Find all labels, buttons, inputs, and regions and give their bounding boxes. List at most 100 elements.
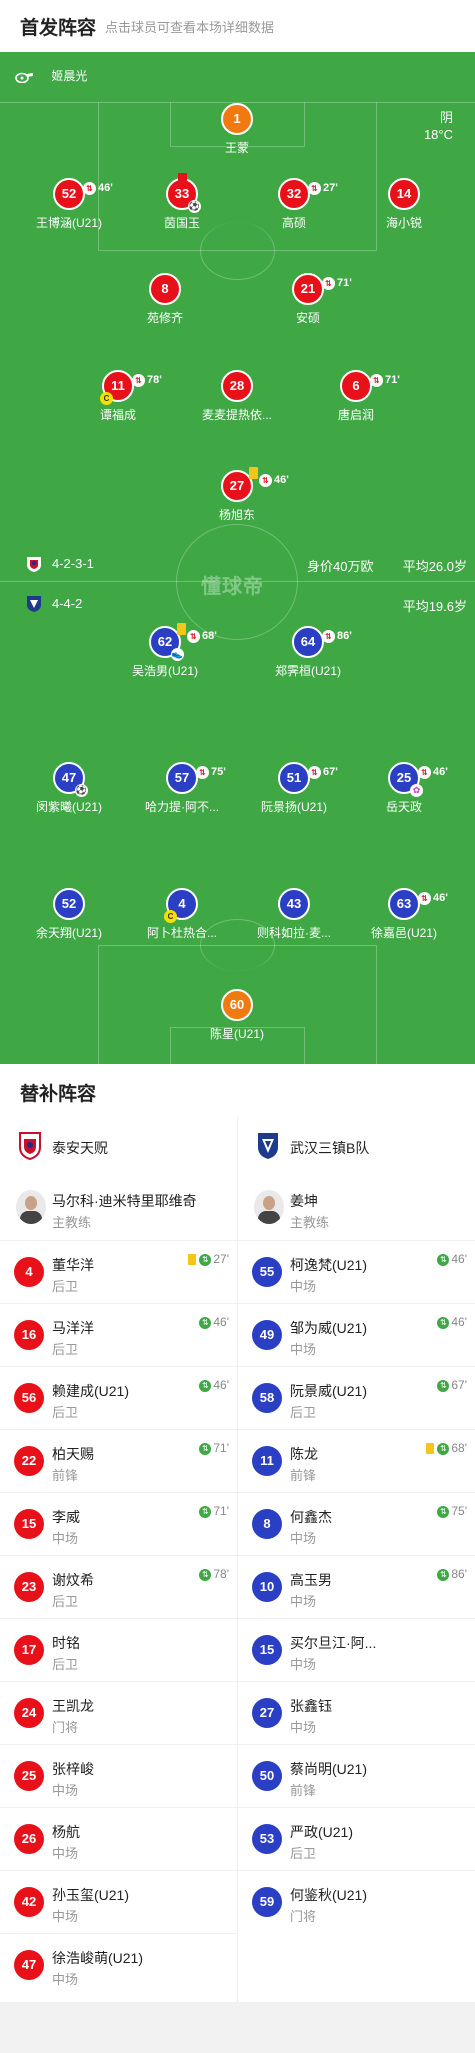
player-home-28[interactable]: 28 麦麦提热依...: [182, 370, 292, 423]
player-number: 33 ⚽: [166, 173, 201, 213]
player-number: 21 ⇅ 71': [292, 273, 352, 305]
substitute-row[interactable]: 58 阮景威(U21) 后卫 ⇅ 67': [238, 1366, 475, 1429]
substitute-row[interactable]: 25 张梓峻 中场: [0, 1744, 237, 1807]
sub-in-minute: 27': [213, 1252, 229, 1266]
home-coach[interactable]: 马尔科·迪米特里耶维奇 主教练: [0, 1177, 237, 1240]
substitute-row[interactable]: 4 董华洋 后卫 ⇅ 27': [0, 1240, 237, 1303]
player-number: 28: [221, 370, 253, 402]
sub-out-icon: ⇅: [418, 765, 431, 779]
substitute-row[interactable]: 10 高玉男 中场 ⇅ 86': [238, 1555, 475, 1618]
assist-icon: 👟: [171, 648, 184, 661]
player-position: 中场: [290, 1720, 317, 1735]
substitute-row[interactable]: 24 王凯龙 门将: [0, 1681, 237, 1744]
sub-minute: 68': [202, 630, 217, 642]
avatar-head: [263, 1196, 275, 1210]
away-team-name: 武汉三镇B队: [290, 1140, 370, 1156]
home-team-header[interactable]: 泰安天贶: [0, 1117, 237, 1175]
player-away-25[interactable]: 25 ⇅ 46' ✿ 岳天政: [349, 762, 459, 815]
player-number: 32 ⇅ 27': [278, 178, 338, 210]
substitute-row[interactable]: 23 谢炆希 后卫 ⇅ 78': [0, 1555, 237, 1618]
substitute-row[interactable]: 26 杨航 中场: [0, 1807, 237, 1870]
player-name: 邹为威(U21): [290, 1320, 368, 1336]
player-position: 中场: [52, 1531, 79, 1546]
substitute-row[interactable]: 42 孙玉玺(U21) 中场: [0, 1870, 237, 1933]
substitute-row[interactable]: 27 张鑫钰 中场: [238, 1681, 475, 1744]
player-away-57[interactable]: 57 ⇅ 75' 哈力提·阿不...: [127, 762, 237, 815]
substitute-row[interactable]: 8 何鑫杰 中场 ⇅ 75': [238, 1492, 475, 1555]
player-position: 中场: [290, 1279, 317, 1294]
sub-minute: 67': [323, 766, 338, 778]
substitute-row[interactable]: 16 马洋洋 后卫 ⇅ 46': [0, 1303, 237, 1366]
player-name: 岳天政: [385, 800, 422, 814]
player-position: 后卫: [52, 1657, 79, 1672]
substitute-row[interactable]: 22 柏天赐 前锋 ⇅ 71': [0, 1429, 237, 1492]
sub-in-info: ⇅ 46': [437, 1315, 467, 1329]
player-away-gk[interactable]: 60 陈星(U21): [182, 989, 292, 1042]
player-position: 前锋: [290, 1468, 317, 1483]
player-name: 唐启润: [337, 408, 374, 422]
sub-minute: 46': [98, 182, 113, 194]
away-team-header[interactable]: 武汉三镇B队: [238, 1117, 475, 1175]
player-home-14[interactable]: 14 海小锐: [349, 178, 459, 231]
substitute-row[interactable]: 17 时铭 后卫: [0, 1618, 237, 1681]
player-name: 安硕: [295, 311, 320, 325]
player-away-52[interactable]: 52 余天翔(U21): [14, 888, 124, 941]
player-home-8[interactable]: 8 苑修齐: [110, 273, 220, 326]
player-number-text: 57: [174, 770, 190, 785]
player-name: 高硕: [281, 216, 306, 230]
player-home-33[interactable]: 33 ⚽ 茵国玉: [127, 173, 237, 231]
sub-in-minute: 67': [451, 1378, 467, 1392]
player-name: 高玉男: [290, 1572, 332, 1588]
player-number: 52 ⇅ 46': [53, 178, 113, 210]
player-home-52[interactable]: 52 ⇅ 46' 王博涵(U21): [14, 178, 124, 231]
player-number: 25 ⇅ 46' ✿: [388, 762, 448, 797]
away-coach[interactable]: 姜坤 主教练: [238, 1177, 475, 1240]
player-name: 柏天赐: [52, 1446, 94, 1462]
substitute-row[interactable]: 50 蔡尚明(U21) 前锋: [238, 1744, 475, 1807]
player-position: 门将: [52, 1720, 79, 1735]
player-number-text: 6: [352, 378, 360, 393]
player-name: 阮景扬(U21): [260, 800, 327, 814]
player-name: 严政(U21): [290, 1824, 354, 1840]
player-away-4[interactable]: 4C 阿卜杜热合...: [127, 888, 237, 941]
substitute-row[interactable]: 56 赖建成(U21) 后卫 ⇅ 46': [0, 1366, 237, 1429]
player-home-21[interactable]: 21 ⇅ 71' 安硕: [253, 273, 363, 326]
player-away-47[interactable]: 47 ⚽ 闵紫曦(U21): [14, 762, 124, 815]
player-number-text: 27: [229, 478, 245, 493]
player-number: 27: [252, 1698, 282, 1728]
avatar-head: [25, 1196, 37, 1210]
player-position: 中场: [52, 1846, 79, 1861]
player-away-64[interactable]: 64 ⇅ 86' 郑霁桓(U21): [253, 626, 363, 679]
substitute-row[interactable]: 15 买尔旦江·阿... 中场: [238, 1618, 475, 1681]
player-name: 陈星(U21): [209, 1027, 264, 1041]
sub-minute: 71': [385, 374, 400, 386]
player-name: 杨旭东: [218, 508, 255, 522]
player-name: 王博涵(U21): [35, 216, 102, 230]
substitution-tag: ⇅ 75': [196, 758, 226, 786]
away-team-info: 4-4-2 平均19.6岁: [0, 594, 475, 614]
player-number: 47 ⚽: [53, 762, 88, 797]
home-market-value: 身价40万欧: [307, 559, 374, 574]
substitute-row[interactable]: 59 何鉴秋(U21) 门将: [238, 1870, 475, 1933]
player-home-gk[interactable]: 1 王蒙: [182, 103, 292, 156]
substitution-tag: ⇅ 78': [132, 366, 162, 394]
substitute-row[interactable]: 47 徐浩峻萌(U21) 中场: [0, 1933, 237, 1996]
player-name: 谢炆希: [52, 1572, 94, 1588]
substitute-row[interactable]: 55 柯逸梵(U21) 中场 ⇅ 46': [238, 1240, 475, 1303]
yellow-card-icon: [249, 467, 258, 479]
sub-out-icon: ⇅: [308, 181, 321, 195]
player-home-6[interactable]: 6 ⇅ 71' 唐启润: [301, 370, 411, 423]
player-home-32[interactable]: 32 ⇅ 27' 高硕: [239, 178, 349, 231]
player-home-11[interactable]: 11 ⇅ 78' C 谭福成: [63, 370, 173, 423]
substitute-row[interactable]: 53 严政(U21) 后卫: [238, 1807, 475, 1870]
player-away-43[interactable]: 43 则科如拉·麦...: [239, 888, 349, 941]
substitute-row[interactable]: 49 邹为威(U21) 中场 ⇅ 46': [238, 1303, 475, 1366]
player-away-62[interactable]: 62 ⇅ 68' 👟 吴浩男(U21): [110, 623, 220, 679]
player-away-51[interactable]: 51 ⇅ 67' 阮景扬(U21): [239, 762, 349, 815]
sub-out-icon: ⇅: [308, 765, 321, 779]
substitute-row[interactable]: 15 李威 中场 ⇅ 71': [0, 1492, 237, 1555]
player-name: 徐嘉邑(U21): [370, 926, 437, 940]
substitute-row[interactable]: 11 陈龙 前锋 ⇅ 68': [238, 1429, 475, 1492]
player-home-27[interactable]: 27 ⇅ 46' 杨旭东: [182, 467, 292, 523]
player-away-63[interactable]: 63 ⇅ 46' 徐嘉邑(U21): [349, 888, 459, 941]
